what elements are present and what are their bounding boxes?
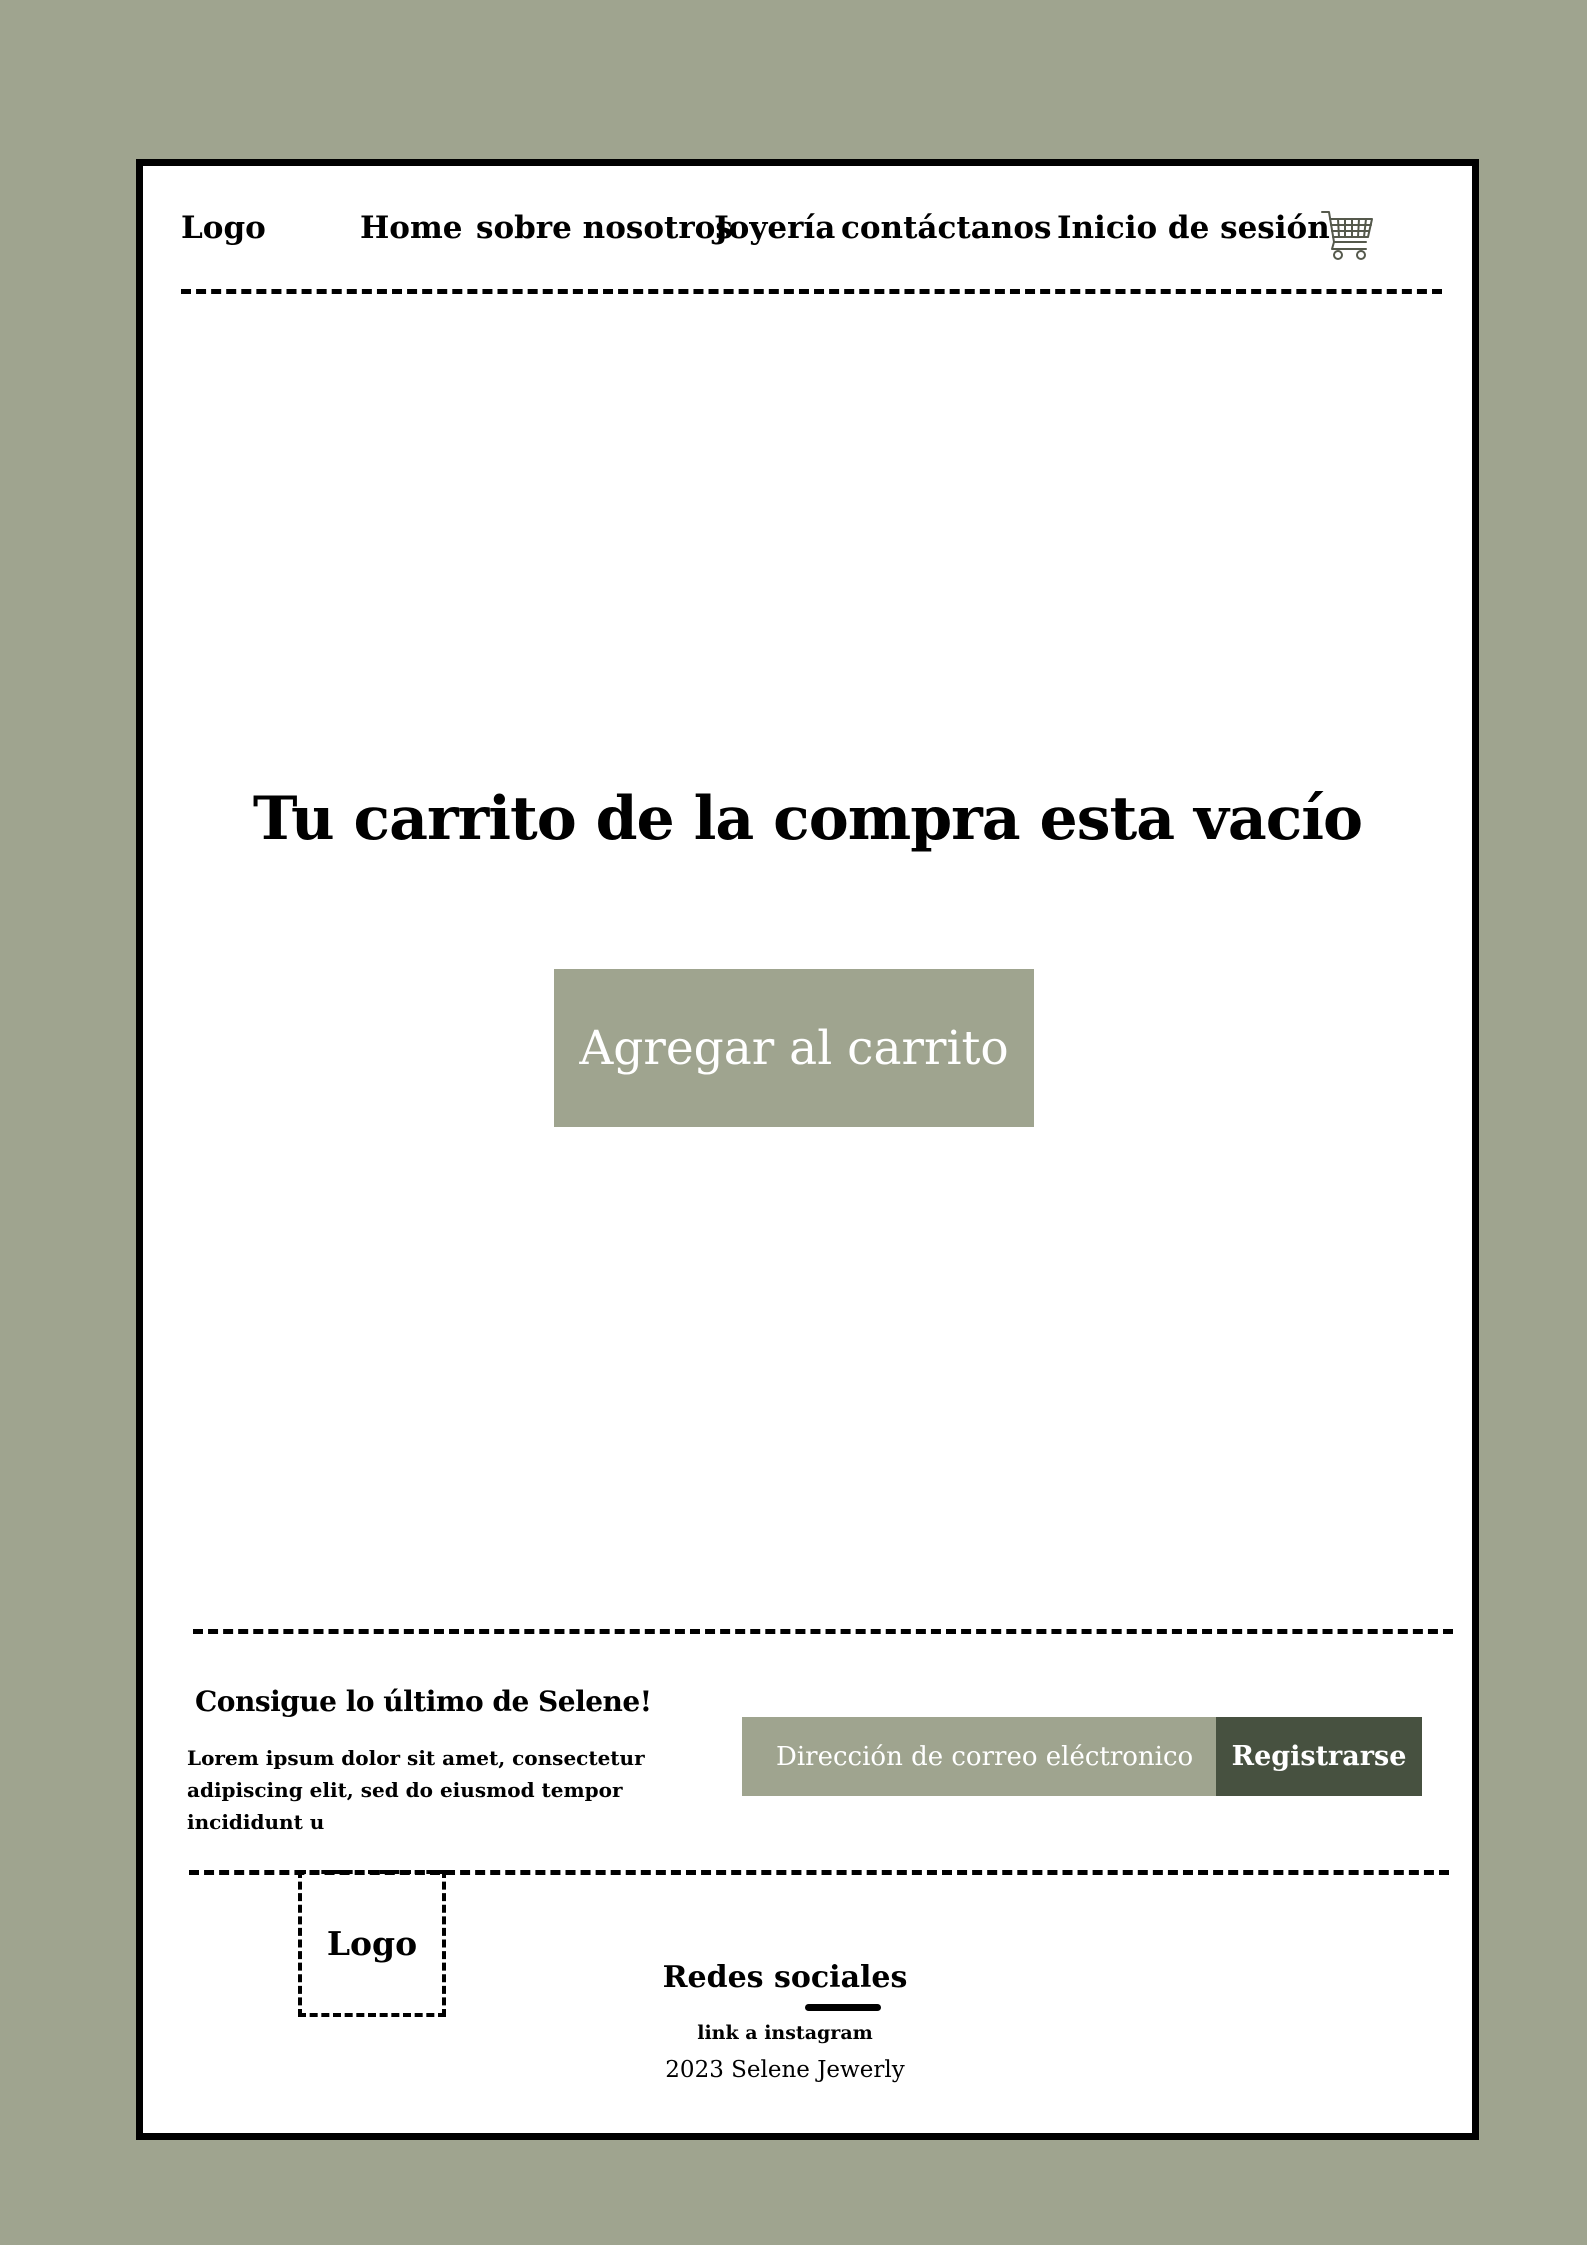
- add-to-cart-button[interactable]: Agregar al carrito: [554, 969, 1034, 1127]
- header-divider: [181, 289, 1442, 294]
- header-logo[interactable]: Logo: [181, 210, 266, 246]
- instagram-link[interactable]: link a instagram: [585, 2022, 985, 2044]
- newsletter-heading: Consigue lo último de Selene!: [195, 1685, 652, 1718]
- social-heading: Redes sociales: [662, 1960, 908, 1995]
- page-frame: Logo Home sobre nosotros Joyería contáct…: [136, 159, 1479, 2140]
- empty-cart-title: Tu carrito de la compra esta vacío: [252, 784, 1363, 854]
- register-button[interactable]: Registrarse: [1216, 1717, 1422, 1796]
- footer-logo[interactable]: Logo: [327, 1924, 417, 1963]
- newsletter-body: Lorem ipsum dolor sit amet, consectetur …: [187, 1746, 645, 1834]
- nav-item-jewelry[interactable]: Joyería: [714, 210, 835, 246]
- nav-item-contact[interactable]: contáctanos: [841, 210, 1051, 246]
- newsletter-divider: [193, 1629, 1453, 1634]
- nav-item-home[interactable]: Home: [360, 210, 463, 246]
- shopping-cart-icon[interactable]: [1320, 209, 1374, 263]
- copyright-text: 2023 Selene Jewerly: [665, 2057, 905, 2083]
- email-field[interactable]: [742, 1717, 1216, 1796]
- nav-item-login[interactable]: Inicio de sesión: [1057, 210, 1330, 246]
- nav-item-about[interactable]: sobre nosotros: [476, 210, 733, 246]
- footer-logo-box: Logo: [298, 1870, 446, 2017]
- social-underline: [805, 2004, 881, 2011]
